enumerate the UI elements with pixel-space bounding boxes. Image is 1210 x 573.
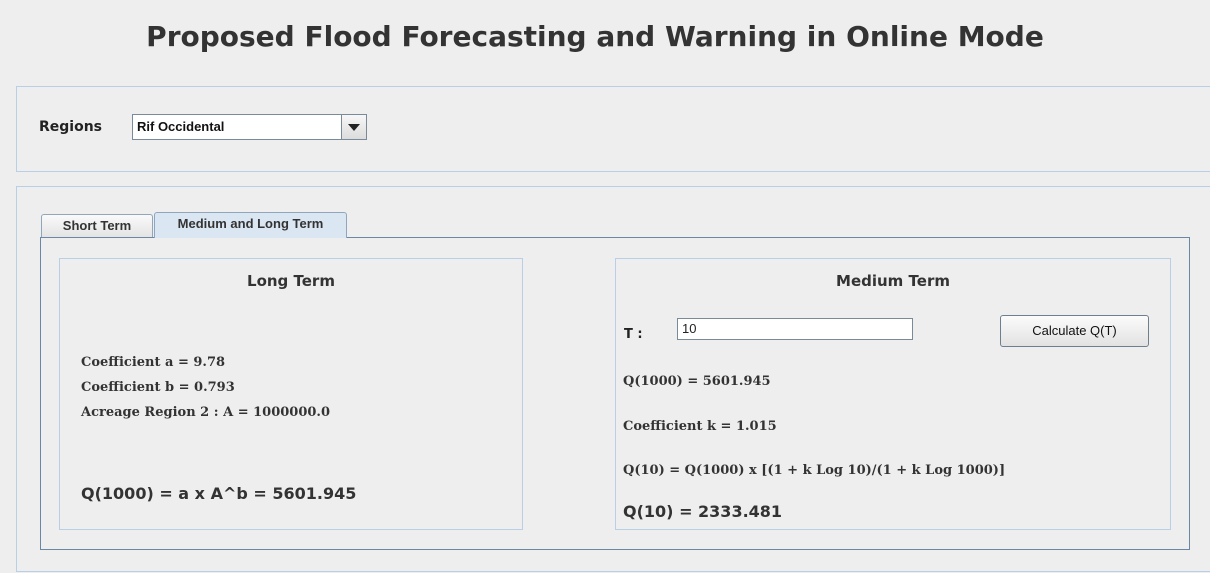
regions-dropdown[interactable]: Rif Occidental [132, 114, 367, 140]
medium-term-panel: Medium Term T : 10 Calculate Q(T) Q(1000… [615, 258, 1171, 530]
dropdown-arrow-button[interactable] [341, 115, 366, 139]
coefficient-b-text: Coefficient b = 0.793 [81, 380, 235, 395]
medium-term-title: Medium Term [836, 272, 950, 290]
regions-dropdown-value: Rif Occidental [137, 119, 225, 134]
coefficient-a-text: Coefficient a = 9.78 [81, 355, 226, 370]
page-title: Proposed Flood Forecasting and Warning i… [146, 20, 1044, 53]
chevron-down-icon [348, 124, 360, 131]
calculate-q-button[interactable]: Calculate Q(T) [1000, 315, 1149, 347]
tabs-panel: Short Term Medium and Long Term Long Ter… [16, 186, 1210, 572]
tab-content: Long Term Coefficient a = 9.78 Coefficie… [40, 237, 1190, 550]
regions-label: Regions [39, 119, 103, 135]
long-term-panel: Long Term Coefficient a = 9.78 Coefficie… [59, 258, 523, 530]
t-input[interactable]: 10 [677, 318, 913, 340]
q1000-text: Q(1000) = 5601.945 [623, 374, 771, 389]
long-term-title: Long Term [247, 272, 335, 290]
tab-medium-and-long-term[interactable]: Medium and Long Term [154, 212, 347, 238]
tab-short-term[interactable]: Short Term [41, 214, 153, 237]
long-term-result: Q(1000) = a x A^b = 5601.945 [81, 484, 357, 503]
t-label: T : [624, 327, 643, 342]
acreage-text: Acreage Region 2 : A = 1000000.0 [81, 405, 330, 420]
formula-text: Q(10) = Q(1000) x [(1 + k Log 10)/(1 + k… [623, 463, 1006, 478]
regions-panel: Regions Rif Occidental [16, 86, 1210, 172]
medium-term-result: Q(10) = 2333.481 [623, 502, 783, 521]
coefficient-k-text: Coefficient k = 1.015 [623, 419, 777, 434]
